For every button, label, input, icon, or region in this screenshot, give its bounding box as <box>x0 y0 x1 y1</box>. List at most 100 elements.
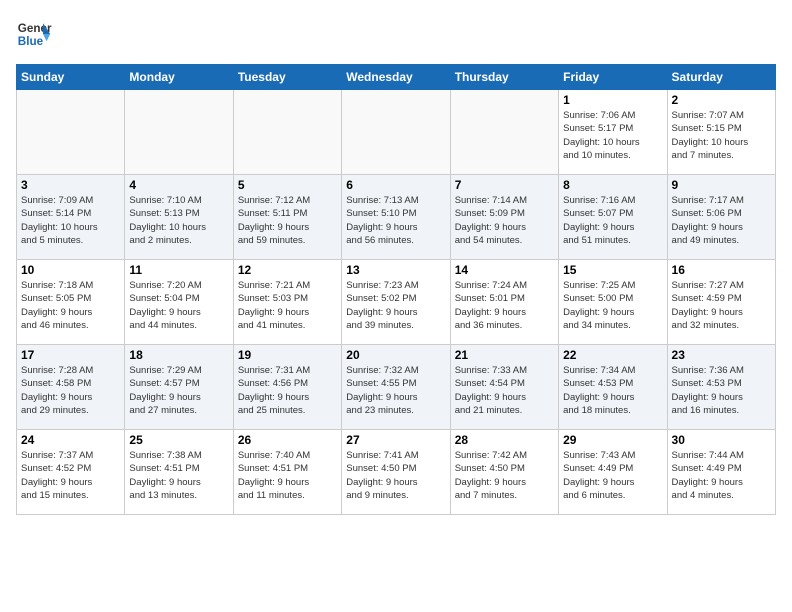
day-number: 11 <box>129 263 228 277</box>
day-number: 19 <box>238 348 337 362</box>
day-number: 24 <box>21 433 120 447</box>
calendar-cell: 9 Sunrise: 7:17 AMSunset: 5:06 PMDaylight… <box>667 175 775 260</box>
weekday-thursday: Thursday <box>450 65 558 90</box>
calendar-cell: 15 Sunrise: 7:25 AMSunset: 5:00 PMDayligh… <box>559 260 667 345</box>
day-number: 12 <box>238 263 337 277</box>
calendar-cell: 10 Sunrise: 7:18 AMSunset: 5:05 PMDayligh… <box>17 260 125 345</box>
cell-info: Sunrise: 7:33 AMSunset: 4:54 PMDaylight:… <box>455 364 554 417</box>
calendar-cell: 21 Sunrise: 7:33 AMSunset: 4:54 PMDayligh… <box>450 345 558 430</box>
weekday-wednesday: Wednesday <box>342 65 450 90</box>
calendar-cell: 20Sunrise: 7:32 AMSunset: 4:55 PMDayligh… <box>342 345 450 430</box>
calendar-cell: 29 Sunrise: 7:43 AMSunset: 4:49 PMDayligh… <box>559 430 667 515</box>
week-row-4: 17 Sunrise: 7:28 AMSunset: 4:58 PMDayligh… <box>17 345 776 430</box>
day-number: 2 <box>672 93 771 107</box>
day-number: 17 <box>21 348 120 362</box>
cell-info: Sunrise: 7:42 AMSunset: 4:50 PMDaylight:… <box>455 449 554 502</box>
cell-info: Sunrise: 7:17 AMSunset: 5:06 PMDaylight:… <box>672 194 771 247</box>
cell-info: Sunrise: 7:14 AMSunset: 5:09 PMDaylight:… <box>455 194 554 247</box>
cell-info: Sunrise: 7:41 AMSunset: 4:50 PMDaylight:… <box>346 449 445 502</box>
cell-info: Sunrise: 7:16 AMSunset: 5:07 PMDaylight:… <box>563 194 662 247</box>
calendar-cell <box>450 90 558 175</box>
calendar-cell: 2 Sunrise: 7:07 AMSunset: 5:15 PMDaylight… <box>667 90 775 175</box>
week-row-3: 10 Sunrise: 7:18 AMSunset: 5:05 PMDayligh… <box>17 260 776 345</box>
page-header: General Blue <box>16 16 776 52</box>
calendar-cell: 7 Sunrise: 7:14 AMSunset: 5:09 PMDaylight… <box>450 175 558 260</box>
cell-info: Sunrise: 7:12 AMSunset: 5:11 PMDaylight:… <box>238 194 337 247</box>
cell-info: Sunrise: 7:18 AMSunset: 5:05 PMDaylight:… <box>21 279 120 332</box>
weekday-saturday: Saturday <box>667 65 775 90</box>
calendar-cell: 14 Sunrise: 7:24 AMSunset: 5:01 PMDayligh… <box>450 260 558 345</box>
calendar-cell: 22 Sunrise: 7:34 AMSunset: 4:53 PMDayligh… <box>559 345 667 430</box>
cell-info: Sunrise: 7:31 AMSunset: 4:56 PMDaylight:… <box>238 364 337 417</box>
day-number: 25 <box>129 433 228 447</box>
calendar-cell: 16 Sunrise: 7:27 AMSunset: 4:59 PMDayligh… <box>667 260 775 345</box>
calendar-cell <box>233 90 341 175</box>
cell-info: Sunrise: 7:34 AMSunset: 4:53 PMDaylight:… <box>563 364 662 417</box>
day-number: 29 <box>563 433 662 447</box>
calendar-cell: 25 Sunrise: 7:38 AMSunset: 4:51 PMDayligh… <box>125 430 233 515</box>
cell-info: Sunrise: 7:28 AMSunset: 4:58 PMDaylight:… <box>21 364 120 417</box>
calendar-cell <box>17 90 125 175</box>
weekday-tuesday: Tuesday <box>233 65 341 90</box>
day-number: 3 <box>21 178 120 192</box>
weekday-sunday: Sunday <box>17 65 125 90</box>
calendar-cell: 18 Sunrise: 7:29 AMSunset: 4:57 PMDayligh… <box>125 345 233 430</box>
day-number: 7 <box>455 178 554 192</box>
cell-info: Sunrise: 7:44 AMSunset: 4:49 PMDaylight:… <box>672 449 771 502</box>
calendar-cell: 24 Sunrise: 7:37 AMSunset: 4:52 PMDayligh… <box>17 430 125 515</box>
day-number: 15 <box>563 263 662 277</box>
day-number: 18 <box>129 348 228 362</box>
week-row-2: 3 Sunrise: 7:09 AMSunset: 5:14 PMDaylight… <box>17 175 776 260</box>
day-number: 28 <box>455 433 554 447</box>
day-number: 1 <box>563 93 662 107</box>
calendar-cell: 28 Sunrise: 7:42 AMSunset: 4:50 PMDayligh… <box>450 430 558 515</box>
day-number: 23 <box>672 348 771 362</box>
calendar-cell: 12 Sunrise: 7:21 AMSunset: 5:03 PMDayligh… <box>233 260 341 345</box>
day-number: 13 <box>346 263 445 277</box>
calendar-table: SundayMondayTuesdayWednesdayThursdayFrid… <box>16 64 776 515</box>
day-number: 14 <box>455 263 554 277</box>
day-number: 10 <box>21 263 120 277</box>
cell-info: Sunrise: 7:10 AMSunset: 5:13 PMDaylight:… <box>129 194 228 247</box>
cell-info: Sunrise: 7:43 AMSunset: 4:49 PMDaylight:… <box>563 449 662 502</box>
day-number: 21 <box>455 348 554 362</box>
cell-info: Sunrise: 7:36 AMSunset: 4:53 PMDaylight:… <box>672 364 771 417</box>
calendar-cell: 19 Sunrise: 7:31 AMSunset: 4:56 PMDayligh… <box>233 345 341 430</box>
day-number: 5 <box>238 178 337 192</box>
cell-info: Sunrise: 7:06 AMSunset: 5:17 PMDaylight:… <box>563 109 662 162</box>
week-row-5: 24 Sunrise: 7:37 AMSunset: 4:52 PMDayligh… <box>17 430 776 515</box>
cell-info: Sunrise: 7:21 AMSunset: 5:03 PMDaylight:… <box>238 279 337 332</box>
svg-text:Blue: Blue <box>18 35 44 48</box>
day-number: 8 <box>563 178 662 192</box>
weekday-friday: Friday <box>559 65 667 90</box>
cell-info: Sunrise: 7:27 AMSunset: 4:59 PMDaylight:… <box>672 279 771 332</box>
cell-info: Sunrise: 7:09 AMSunset: 5:14 PMDaylight:… <box>21 194 120 247</box>
calendar-cell: 6Sunrise: 7:13 AMSunset: 5:10 PMDaylight… <box>342 175 450 260</box>
logo-icon: General Blue <box>16 16 52 52</box>
cell-info: Sunrise: 7:23 AMSunset: 5:02 PMDaylight:… <box>346 279 445 332</box>
cell-info: Sunrise: 7:25 AMSunset: 5:00 PMDaylight:… <box>563 279 662 332</box>
day-number: 9 <box>672 178 771 192</box>
day-number: 30 <box>672 433 771 447</box>
calendar-cell: 27Sunrise: 7:41 AMSunset: 4:50 PMDayligh… <box>342 430 450 515</box>
calendar-cell: 26Sunrise: 7:40 AMSunset: 4:51 PMDayligh… <box>233 430 341 515</box>
cell-info: Sunrise: 7:07 AMSunset: 5:15 PMDaylight:… <box>672 109 771 162</box>
calendar-cell: 8 Sunrise: 7:16 AMSunset: 5:07 PMDaylight… <box>559 175 667 260</box>
day-number: 20 <box>346 348 445 362</box>
day-number: 16 <box>672 263 771 277</box>
calendar-cell: 23 Sunrise: 7:36 AMSunset: 4:53 PMDayligh… <box>667 345 775 430</box>
cell-info: Sunrise: 7:13 AMSunset: 5:10 PMDaylight:… <box>346 194 445 247</box>
calendar-cell: 11 Sunrise: 7:20 AMSunset: 5:04 PMDayligh… <box>125 260 233 345</box>
weekday-header-row: SundayMondayTuesdayWednesdayThursdayFrid… <box>17 65 776 90</box>
calendar-cell: 4 Sunrise: 7:10 AMSunset: 5:13 PMDaylight… <box>125 175 233 260</box>
cell-info: Sunrise: 7:24 AMSunset: 5:01 PMDaylight:… <box>455 279 554 332</box>
week-row-1: 1 Sunrise: 7:06 AMSunset: 5:17 PMDaylight… <box>17 90 776 175</box>
calendar-cell <box>342 90 450 175</box>
cell-info: Sunrise: 7:38 AMSunset: 4:51 PMDaylight:… <box>129 449 228 502</box>
cell-info: Sunrise: 7:20 AMSunset: 5:04 PMDaylight:… <box>129 279 228 332</box>
cell-info: Sunrise: 7:37 AMSunset: 4:52 PMDaylight:… <box>21 449 120 502</box>
day-number: 22 <box>563 348 662 362</box>
calendar-cell: 5 Sunrise: 7:12 AMSunset: 5:11 PMDaylight… <box>233 175 341 260</box>
day-number: 4 <box>129 178 228 192</box>
cell-info: Sunrise: 7:29 AMSunset: 4:57 PMDaylight:… <box>129 364 228 417</box>
